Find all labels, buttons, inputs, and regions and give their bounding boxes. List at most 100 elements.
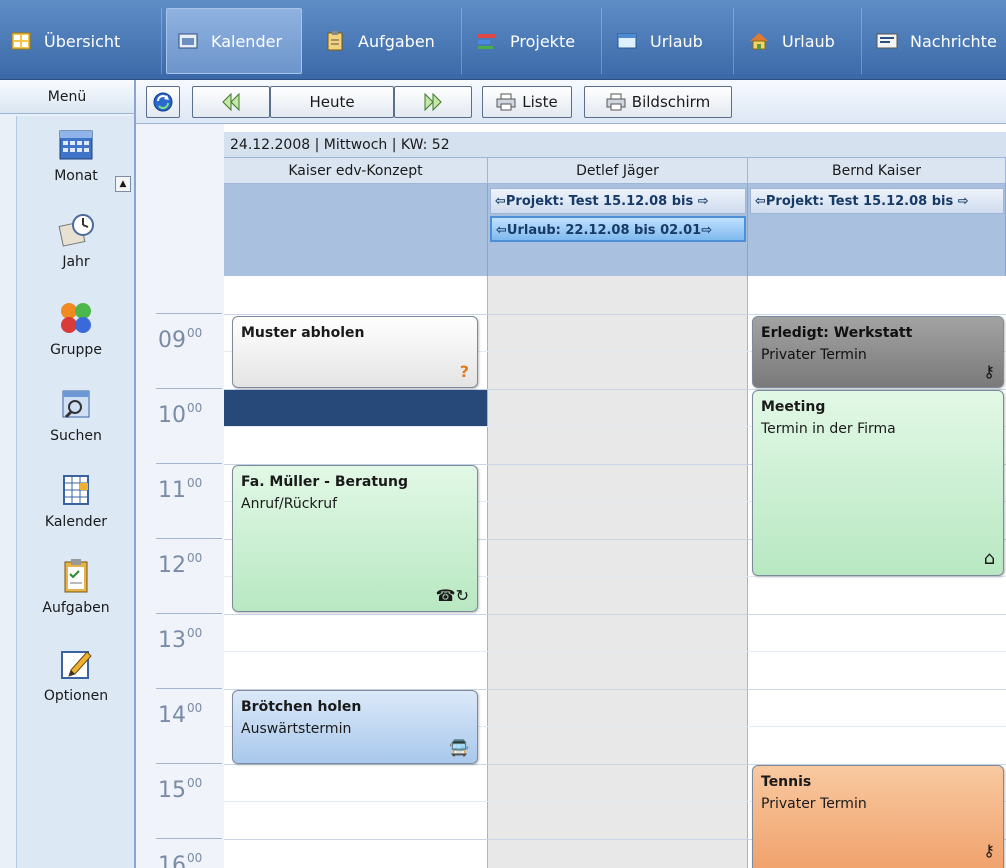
home-icon: ⌂	[983, 548, 995, 569]
tab-label: Übersicht	[44, 31, 121, 51]
appointment-title: Meeting	[761, 399, 826, 415]
menu-item-label: Optionen	[43, 688, 109, 704]
window-icon	[616, 31, 638, 51]
tab-projekte[interactable]: Projekte	[466, 8, 602, 74]
next-button[interactable]	[394, 86, 472, 118]
bus-icon: 🚍	[449, 738, 469, 757]
time-grid: Muster abholen ? Fa. Müller - Beratung A…	[224, 276, 1006, 868]
hour-label: 1100	[158, 476, 203, 503]
tab-urlaub-1[interactable]: Urlaub	[606, 8, 734, 74]
grid-line	[224, 651, 1006, 652]
appointment-title: Erledigt: Werkstatt	[761, 325, 913, 341]
left-menu: Menü ▲ Monat Jahr Gruppe Suchen Kalender…	[0, 80, 136, 868]
refresh-globe-icon	[153, 92, 173, 112]
print-list-button[interactable]: Liste	[482, 86, 572, 118]
hour-divider	[156, 538, 222, 539]
key-icon: ⚷	[983, 841, 995, 860]
selected-time-slot[interactable]	[224, 390, 487, 426]
grid-line	[224, 314, 1006, 315]
appointment-title: Fa. Müller - Beratung	[241, 474, 409, 490]
projects-icon	[476, 31, 498, 51]
house-icon	[748, 31, 770, 51]
top-navigation: Übersicht Kalender Aufgaben Projekte Url…	[0, 0, 1006, 80]
key-icon: ⚷	[983, 362, 995, 381]
tab-label: Projekte	[510, 31, 576, 51]
question-icon: ?	[459, 362, 469, 381]
menu-item-aufgaben[interactable]: Aufgaben	[17, 558, 135, 616]
column-header[interactable]: Bernd Kaiser	[748, 158, 1006, 184]
hour-divider	[156, 313, 222, 314]
grid-line	[224, 614, 1006, 615]
print-screen-label: Bildschirm	[631, 93, 711, 111]
printer-icon	[496, 93, 516, 111]
appointment[interactable]: Erledigt: Werkstatt Privater Termin ⚷	[752, 316, 1004, 388]
allday-band[interactable]	[224, 184, 488, 276]
tab-label: Aufgaben	[358, 31, 435, 51]
hour-label: 1600	[158, 851, 203, 868]
double-chevron-right-icon	[424, 92, 442, 112]
appointment-subtitle: Privater Termin	[761, 796, 867, 812]
appointment-subtitle: Privater Termin	[761, 347, 867, 363]
menu-item-jahr[interactable]: Jahr	[17, 212, 135, 270]
menu-item-suchen[interactable]: Suchen	[17, 386, 135, 444]
calendar-icon	[177, 31, 199, 51]
column-header[interactable]: Detlef Jäger	[488, 158, 748, 184]
hour-divider	[156, 838, 222, 839]
today-label: Heute	[309, 93, 355, 111]
appointment-title: Tennis	[761, 774, 812, 790]
hour-divider	[156, 613, 222, 614]
tab-urlaub-2[interactable]: Urlaub	[738, 8, 862, 74]
printer-icon	[606, 93, 626, 111]
menu-item-optionen[interactable]: Optionen	[17, 646, 135, 704]
column-header[interactable]: Kaiser edv-Konzept	[224, 158, 488, 184]
hour-label: 1300	[158, 626, 203, 653]
appointment-subtitle: Termin in der Firma	[761, 421, 896, 437]
tab-nachrichten[interactable]: Nachrichte	[866, 8, 1006, 74]
menu-item-label: Kalender	[44, 514, 108, 530]
overview-icon	[10, 31, 32, 51]
appointment[interactable]: Brötchen holen Auswärtstermin 🚍	[232, 690, 478, 764]
project-span-event[interactable]: ⇦Projekt: Test 15.12.08 bis ⇨	[750, 188, 1004, 214]
vacation-span-event[interactable]: ⇦Urlaub: 22.12.08 bis 02.01⇨	[490, 216, 746, 242]
menu-body: ▲ Monat Jahr Gruppe Suchen Kalender Aufg…	[16, 116, 134, 868]
menu-item-gruppe[interactable]: Gruppe	[17, 300, 135, 358]
tab-label: Nachrichte	[910, 31, 997, 51]
double-chevron-left-icon	[222, 92, 240, 112]
menu-header: Menü	[0, 80, 134, 114]
print-screen-button[interactable]: Bildschirm	[584, 86, 732, 118]
hour-divider	[156, 463, 222, 464]
message-icon	[876, 31, 898, 51]
menu-item-label: Monat	[54, 168, 98, 184]
tab-label: Kalender	[211, 31, 283, 51]
appointment[interactable]: Fa. Müller - Beratung Anruf/Rückruf ☎↻	[232, 465, 478, 612]
calendar-grid-icon	[63, 475, 89, 505]
month-calendar-icon	[59, 130, 93, 160]
project-span-event[interactable]: ⇦Projekt: Test 15.12.08 bis ⇨	[490, 188, 746, 214]
tab-uebersicht[interactable]: Übersicht	[0, 8, 162, 74]
tab-aufgaben[interactable]: Aufgaben	[314, 8, 462, 74]
tab-label: Urlaub	[782, 31, 835, 51]
group-icon	[61, 303, 91, 333]
tab-kalender[interactable]: Kalender	[166, 8, 302, 74]
appointment[interactable]: Muster abholen ?	[232, 316, 478, 388]
tasks-icon	[324, 31, 346, 51]
hour-label: 1000	[158, 401, 203, 428]
previous-button[interactable]	[192, 86, 270, 118]
hour-label: 1400	[158, 701, 203, 728]
year-clock-icon	[58, 214, 94, 247]
today-button[interactable]: Heute	[270, 86, 394, 118]
appointment[interactable]: Meeting Termin in der Firma ⌂	[752, 390, 1004, 576]
appointment-subtitle: Auswärtstermin	[241, 721, 352, 737]
menu-item-monat[interactable]: Monat	[17, 126, 135, 184]
hour-label: 1500	[158, 776, 203, 803]
hour-label: 0900	[158, 326, 203, 353]
menu-item-label: Aufgaben	[42, 600, 110, 616]
menu-item-kalender[interactable]: Kalender	[17, 472, 135, 530]
appointment[interactable]: Tennis Privater Termin ⚷	[752, 765, 1004, 868]
hour-divider	[156, 763, 222, 764]
tab-label: Urlaub	[650, 31, 703, 51]
time-column: 0900 1000 1100 1200 1300 1400 1500 1600	[136, 124, 224, 868]
menu-item-label: Jahr	[62, 254, 90, 270]
refresh-button[interactable]	[146, 86, 180, 118]
day-column-absent[interactable]	[488, 276, 748, 868]
